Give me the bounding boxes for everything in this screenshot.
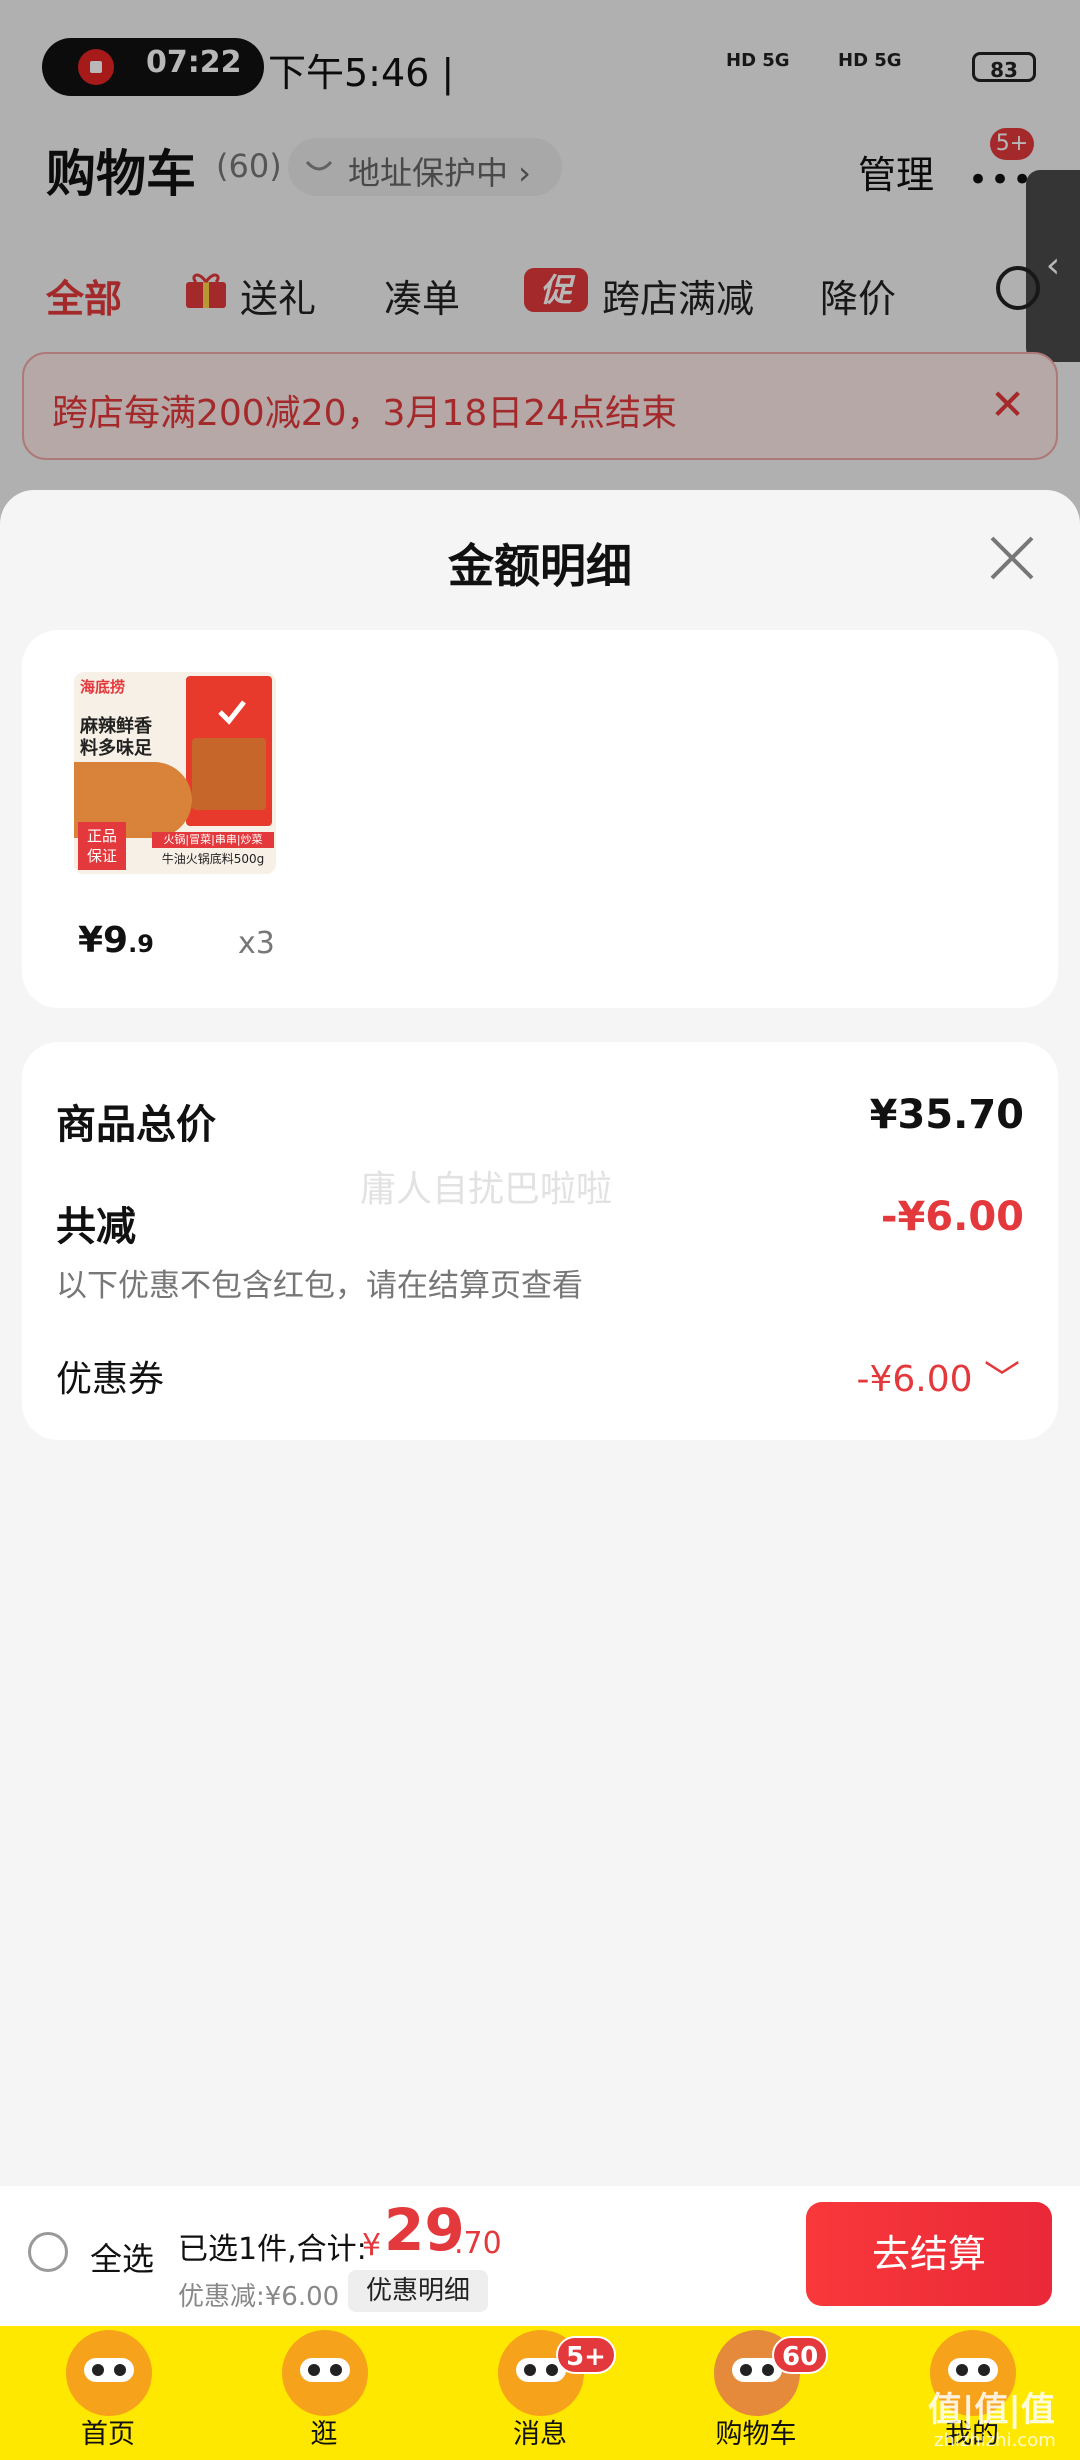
total-reduction-value: -¥6.00 <box>880 1194 1024 1240</box>
close-icon[interactable] <box>986 532 1038 584</box>
discount-text: 优惠减:¥6.00 <box>178 2282 340 2312</box>
product-image-text: 保证 <box>86 847 117 865</box>
total-price-value: ¥35.70 <box>869 1092 1024 1138</box>
product-image-text: 料多味足 <box>80 738 152 759</box>
selected-summary: 已选1件,合计: <box>178 2232 367 2267</box>
discount-detail-button[interactable]: 优惠明细 <box>348 2270 488 2312</box>
product-image-text: 火锅|冒菜|串串|炒菜 <box>152 832 274 848</box>
browse-mascot-icon[interactable] <box>282 2330 368 2416</box>
site-watermark: 值|值|值 <box>928 2390 1055 2430</box>
total-amount: 29 <box>384 2196 465 2264</box>
product-price: ¥9.9 <box>78 920 154 961</box>
checkout-button[interactable]: 去结算 <box>806 2202 1052 2306</box>
total-amount-decimal: .70 <box>454 2226 502 2261</box>
product-image-text: 牛油火锅底料500g <box>161 852 265 866</box>
sheet-title: 金额明细 <box>448 539 632 593</box>
brand-logo-text: 海底捞 <box>80 678 126 696</box>
cart-badge: 60 <box>772 2336 829 2374</box>
select-all-label[interactable]: 全选 <box>90 2234 154 2280</box>
product-quantity: x3 <box>238 926 275 961</box>
total-reduction-label: 共减 <box>56 1204 136 1250</box>
nav-browse[interactable]: 逛 <box>254 2412 394 2451</box>
total-currency: ¥ <box>362 2228 382 2263</box>
check-icon <box>218 700 246 725</box>
site-watermark-url: zhizhizhi.com <box>934 2430 1056 2451</box>
reduction-note: 以下优惠不包含红包，请在结算页查看 <box>56 1268 583 1304</box>
total-price-label: 商品总价 <box>56 1102 216 1148</box>
coupon-value-toggle[interactable]: -¥6.00 ﹀ <box>820 1350 1021 1402</box>
select-all-checkbox[interactable] <box>28 2232 68 2272</box>
dim-overlay[interactable] <box>0 0 1080 560</box>
product-package <box>186 676 272 826</box>
user-watermark: 庸人自扰巴啦啦 <box>360 1169 613 1210</box>
nav-cart[interactable]: 购物车 <box>686 2412 826 2451</box>
message-badge: 5+ <box>556 2336 616 2374</box>
product-image-text: 正品 <box>86 827 117 845</box>
nav-messages[interactable]: 消息 <box>470 2412 610 2451</box>
nav-home[interactable]: 首页 <box>38 2412 178 2451</box>
home-mascot-icon[interactable] <box>66 2330 152 2416</box>
product-image[interactable]: 海底捞 麻辣鲜香 料多味足 正品 保证 火锅|冒菜|串串|炒菜 牛油火锅底料50… <box>74 672 276 874</box>
coupon-label: 优惠券 <box>56 1359 165 1400</box>
